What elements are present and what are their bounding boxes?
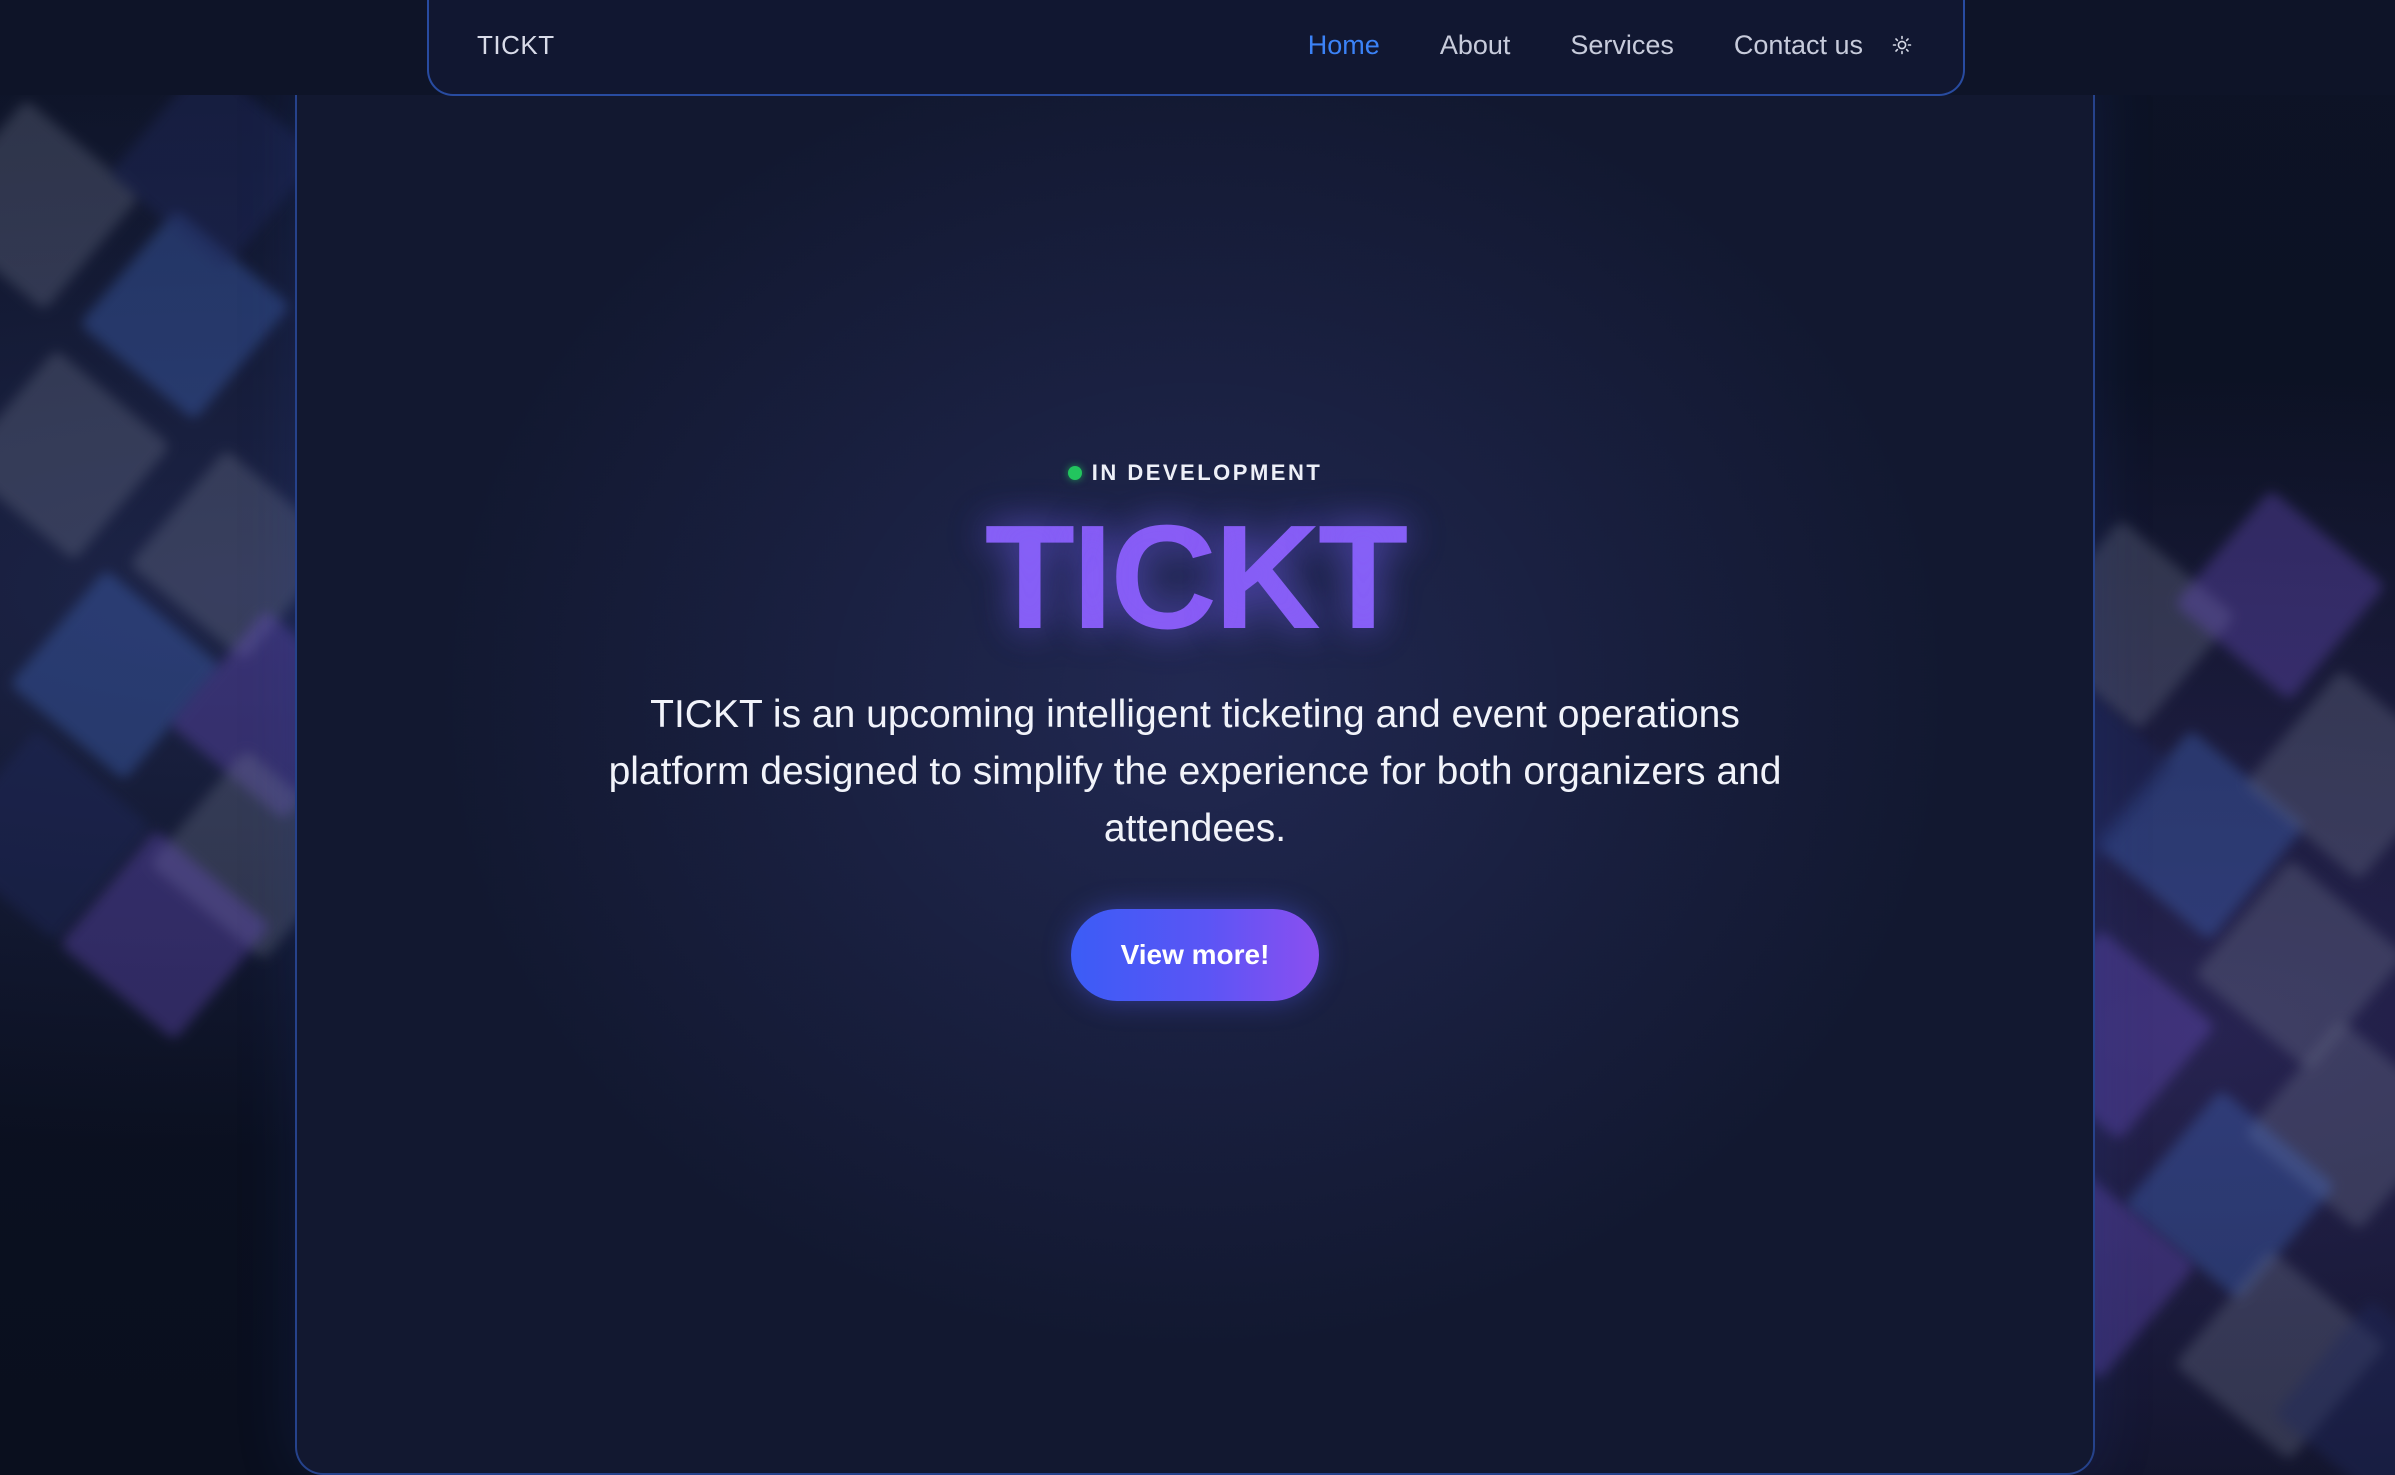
landing-page: TICKT Home About Services Contact us IN … xyxy=(0,0,2395,1475)
nav-link-about[interactable]: About xyxy=(1440,30,1511,61)
brand-logo-text[interactable]: TICKT xyxy=(477,30,555,61)
nav-links: Home About Services Contact us xyxy=(1248,30,1915,61)
status-dot-icon xyxy=(1067,466,1082,480)
nav-link-home[interactable]: Home xyxy=(1308,30,1380,61)
status-label: IN DEVELOPMENT xyxy=(1091,460,1323,485)
nav-link-contact-us[interactable]: Contact us xyxy=(1734,30,1863,61)
status-badge: IN DEVELOPMENT xyxy=(1067,460,1323,486)
nav-link-services[interactable]: Services xyxy=(1570,30,1674,61)
theme-toggle-button[interactable] xyxy=(1889,32,1915,58)
view-more-button[interactable]: View more! xyxy=(1071,909,1319,1001)
hero-description: TICKT is an upcoming intelligent ticketi… xyxy=(608,693,1782,850)
hero-section: IN DEVELOPMENT TICKT TICKT is an upcomin… xyxy=(295,460,2095,1001)
top-navbar: TICKT Home About Services Contact us xyxy=(427,0,1965,96)
sun-icon xyxy=(1892,35,1912,55)
hero-title: TICKT xyxy=(295,504,2095,652)
